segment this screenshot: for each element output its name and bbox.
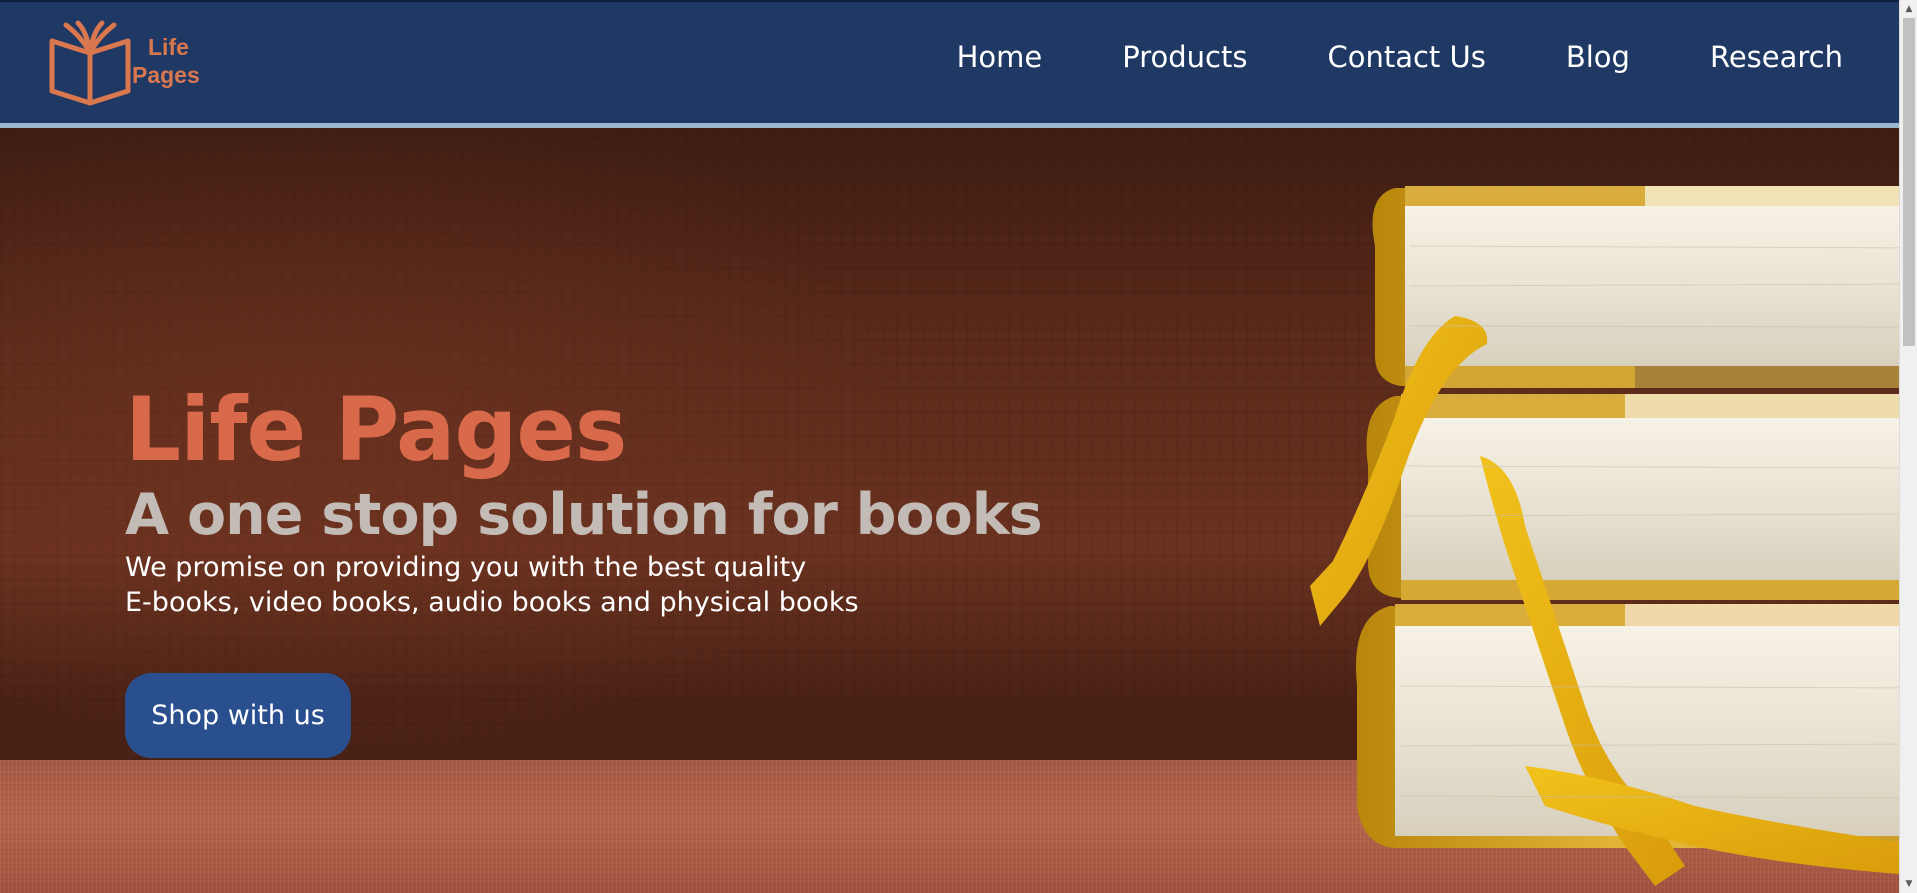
site-header: Life Pages Home Products Contact Us Blog… — [0, 0, 1899, 128]
logo-text-line2: Pages — [132, 62, 200, 88]
hero-title: Life Pages — [125, 378, 627, 481]
scrollbar-thumb[interactable] — [1903, 18, 1915, 346]
main-nav: Home Products Contact Us Blog Research — [877, 40, 1843, 74]
nav-research[interactable]: Research — [1710, 40, 1843, 74]
site-logo[interactable]: Life Pages — [44, 19, 214, 109]
hero-content: Life Pages A one stop solution for books… — [125, 378, 1043, 620]
nav-products[interactable]: Products — [1122, 40, 1247, 74]
stacked-books-image — [1310, 186, 1899, 886]
shop-with-us-button[interactable]: Shop with us — [125, 673, 351, 758]
page: Life Pages Home Products Contact Us Blog… — [0, 0, 1917, 893]
nav-blog[interactable]: Blog — [1566, 40, 1630, 74]
hero-section: Life Pages A one stop solution for books… — [0, 128, 1899, 893]
logo-text: Life Pages — [132, 33, 200, 89]
nav-contact-us[interactable]: Contact Us — [1327, 40, 1485, 74]
hero-description-line1: We promise on providing you with the bes… — [125, 552, 807, 583]
hero-subtitle: A one stop solution for books — [125, 482, 1043, 548]
open-book-icon — [49, 20, 131, 106]
scroll-down-arrow-icon[interactable]: ▼ — [1900, 875, 1917, 893]
nav-home[interactable]: Home — [957, 40, 1043, 74]
hero-description-line2: E-books, video books, audio books and ph… — [125, 587, 859, 618]
scroll-up-arrow-icon[interactable]: ▲ — [1900, 0, 1917, 18]
logo-text-line1: Life — [148, 34, 189, 60]
page-scrollbar[interactable]: ▲ ▼ — [1899, 0, 1917, 893]
